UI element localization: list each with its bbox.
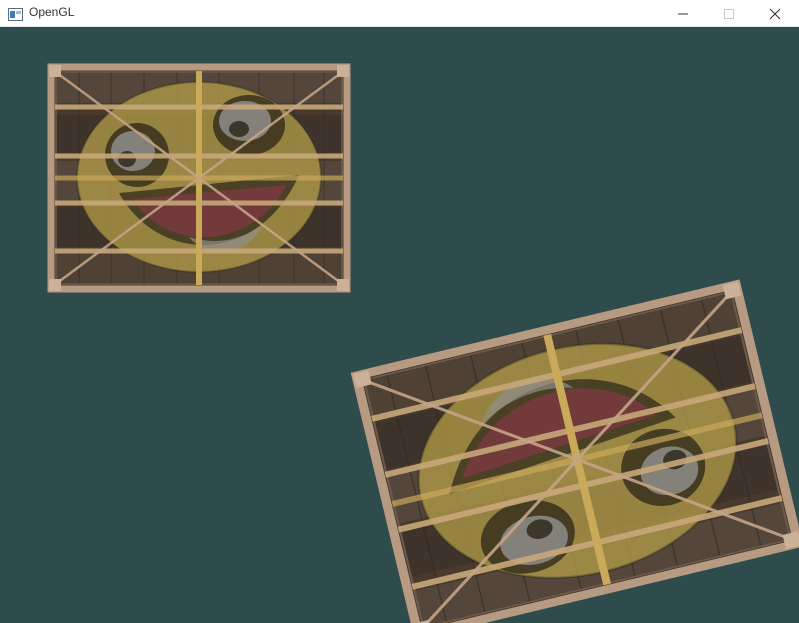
minimize-button[interactable] — [661, 0, 707, 27]
close-button[interactable] — [753, 0, 799, 27]
crate-quad-static — [49, 65, 349, 291]
maximize-icon — [724, 9, 734, 19]
opengl-viewport[interactable] — [0, 27, 799, 623]
maximize-button[interactable] — [707, 0, 753, 27]
window-title: OpenGL — [29, 5, 75, 19]
opengl-window-icon — [8, 6, 23, 21]
scene-canvas — [0, 27, 799, 623]
close-icon — [769, 8, 781, 20]
title-bar[interactable]: OpenGL — [0, 0, 799, 27]
minimize-icon — [678, 13, 688, 15]
